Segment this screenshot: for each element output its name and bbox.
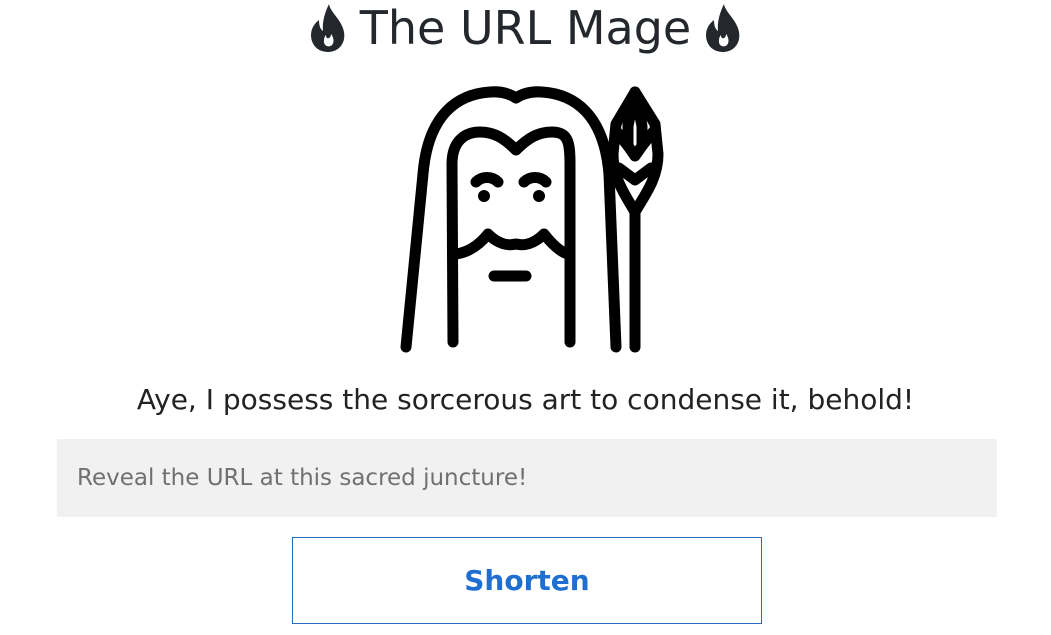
tagline: Aye, I possess the sorcerous art to cond… — [136, 383, 915, 416]
page-title: The URL Mage — [359, 1, 692, 55]
flame-icon — [310, 4, 345, 52]
page-header: The URL Mage — [0, 0, 1051, 56]
wizard-icon — [400, 86, 664, 353]
url-mage-page: The URL Mage Aye, I possess the sorcerou… — [0, 0, 1051, 635]
shorten-button[interactable]: Shorten — [292, 537, 762, 624]
url-input[interactable] — [57, 439, 997, 517]
flame-icon — [706, 4, 740, 52]
